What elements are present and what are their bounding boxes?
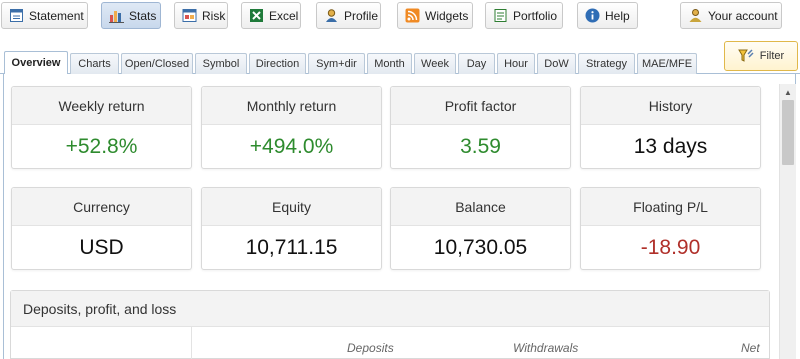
card-label: Balance (391, 188, 570, 226)
statement-button-label: Statement (29, 8, 84, 23)
card-value: +52.8% (65, 135, 138, 158)
tab-dow[interactable]: DoW (537, 53, 576, 74)
your-account-button-label: Your account (708, 8, 778, 23)
card-label: Profit factor (391, 87, 570, 125)
excel-button[interactable]: Excel (241, 2, 301, 29)
scrollbar-thumb[interactable] (782, 100, 794, 165)
tab-label: Sym+dir (316, 58, 357, 70)
tab-label: Month (374, 58, 405, 70)
help-button[interactable]: Help (577, 2, 638, 29)
card-label: Equity (202, 188, 381, 226)
withdrawals-column-header: Withdrawals (513, 341, 579, 355)
tab-strategy[interactable]: Strategy (578, 53, 635, 74)
deposits-panel-title: Deposits, profit, and loss (11, 291, 769, 327)
risk-button-label: Risk (202, 8, 226, 23)
card-label: Monthly return (202, 87, 381, 125)
tab-label: Direction (255, 58, 300, 70)
tab-label: Hour (504, 58, 528, 70)
tab-label: Open/Closed (124, 58, 190, 70)
currency-card: Currency USD (11, 187, 192, 270)
tab-label: MAE/MFE (641, 58, 693, 70)
net-column-header: Net (741, 341, 760, 355)
column-divider (191, 327, 192, 359)
tab-label: DoW (544, 58, 569, 70)
tab-charts[interactable]: Charts (70, 53, 119, 74)
tab-label: Overview (11, 57, 61, 69)
widgets-button-label: Widgets (425, 8, 469, 23)
tab-sym-dir[interactable]: Sym+dir (308, 53, 365, 74)
weekly-return-card: Weekly return +52.8% (11, 86, 192, 169)
deposits-panel: Deposits, profit, and loss Deposits With… (10, 290, 770, 359)
rss-icon (405, 8, 420, 23)
tab-label: Charts (78, 58, 111, 70)
card-value: 10,711.15 (245, 236, 338, 259)
scroll-up-arrow-icon[interactable]: ▲ (780, 84, 796, 100)
profile-icon (324, 8, 339, 23)
portfolio-button-label: Portfolio (513, 8, 558, 23)
tab-direction[interactable]: Direction (249, 53, 306, 74)
your-account-button[interactable]: Your account (680, 2, 782, 29)
risk-button[interactable]: Risk (174, 2, 228, 29)
excel-button-label: Excel (269, 8, 299, 23)
help-button-label: Help (605, 8, 630, 23)
tab-symbol[interactable]: Symbol (195, 53, 247, 74)
statement-button[interactable]: Statement (1, 2, 88, 29)
profile-button-label: Profile (344, 8, 379, 23)
tab-label: Day (466, 58, 487, 70)
stats-button-label: Stats (129, 8, 157, 23)
portfolio-icon (493, 8, 508, 23)
top-toolbar: Statement Stats Risk Excel Profile Widge… (0, 0, 800, 34)
monthly-return-card: Monthly return +494.0% (201, 86, 382, 169)
floating-pl-card: Floating P/L -18.90 (580, 187, 761, 270)
excel-icon (249, 8, 264, 23)
card-value: 3.59 (460, 135, 501, 158)
tab-hour[interactable]: Hour (497, 53, 535, 74)
filter-icon (737, 49, 754, 63)
tab-day[interactable]: Day (458, 53, 495, 74)
tab-week[interactable]: Week (414, 53, 456, 74)
card-label: History (581, 87, 760, 125)
history-card: History 13 days (580, 86, 761, 169)
card-label: Currency (12, 188, 191, 226)
filter-label: Filter (759, 50, 785, 62)
tab-mae-mfe[interactable]: MAE/MFE (637, 53, 697, 74)
card-value: +494.0% (249, 135, 334, 158)
card-value: -18.90 (640, 236, 701, 259)
card-label: Weekly return (12, 87, 191, 125)
tab-label: Strategy (586, 58, 627, 70)
portfolio-button[interactable]: Portfolio (485, 2, 563, 29)
deposits-column-header: Deposits (347, 341, 394, 355)
bar-chart-icon (109, 8, 124, 23)
tab-label: Week (421, 58, 449, 70)
filter-button[interactable]: Filter (724, 41, 798, 71)
info-icon (585, 8, 600, 23)
card-label: Floating P/L (581, 188, 760, 226)
tab-open-closed[interactable]: Open/Closed (121, 53, 193, 74)
equity-card: Equity 10,711.15 (201, 187, 382, 270)
tab-month[interactable]: Month (367, 53, 412, 74)
card-value: USD (79, 236, 124, 259)
widgets-button[interactable]: Widgets (397, 2, 473, 29)
vertical-scrollbar[interactable]: ▲ (779, 84, 796, 359)
statement-icon (9, 8, 24, 23)
card-value: 10,730.05 (433, 236, 528, 259)
profit-factor-card: Profit factor 3.59 (390, 86, 571, 169)
tab-overview[interactable]: Overview (4, 51, 68, 74)
tab-label: Symbol (202, 58, 240, 70)
account-icon (688, 8, 703, 23)
profile-button[interactable]: Profile (316, 2, 381, 29)
stats-button[interactable]: Stats (101, 2, 161, 29)
risk-icon (182, 8, 197, 23)
card-value: 13 days (633, 135, 708, 158)
balance-card: Balance 10,730.05 (390, 187, 571, 270)
